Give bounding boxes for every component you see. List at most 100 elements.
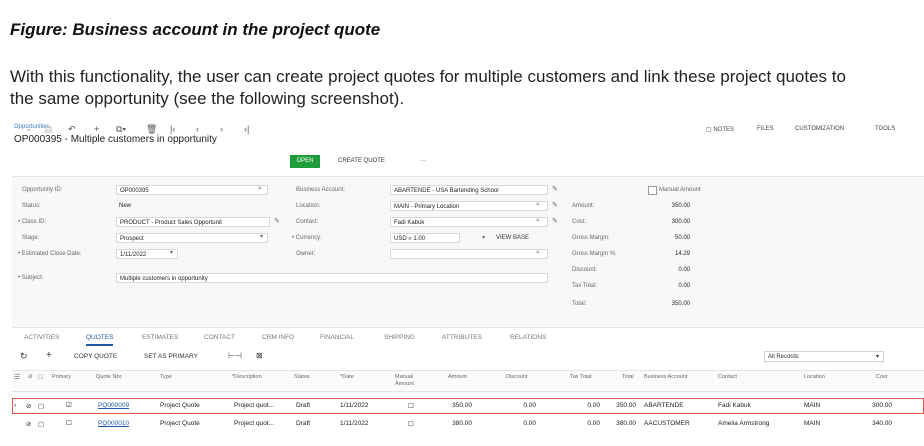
notes-icon[interactable]: ▢ bbox=[38, 420, 44, 428]
last-record-icon[interactable]: ›| bbox=[244, 124, 249, 134]
col-date[interactable]: *Date bbox=[340, 374, 354, 381]
save-close-icon[interactable]: ▤ bbox=[44, 124, 53, 135]
col-tax-total[interactable]: Tax Total bbox=[570, 374, 592, 381]
class-id-field[interactable]: PRODUCT - Product Sales Opportunit bbox=[116, 217, 270, 227]
add-row-icon[interactable]: + bbox=[46, 350, 52, 361]
tab-crm-info[interactable]: CRM INFO bbox=[262, 334, 294, 341]
copy-quote-button[interactable]: COPY QUOTE bbox=[74, 353, 117, 360]
attachment-icon[interactable]: ⊘ bbox=[26, 420, 31, 428]
fit-columns-icon[interactable]: ⊢⊣ bbox=[228, 351, 242, 360]
calendar-dropdown-icon[interactable]: ▾ bbox=[170, 249, 173, 256]
tab-financial[interactable]: FINANCIAL bbox=[320, 334, 354, 341]
col-primary[interactable]: Primary bbox=[52, 374, 71, 381]
close-date-field[interactable]: 1/11/2022 bbox=[116, 249, 178, 259]
tab-shipping[interactable]: SHIPPING bbox=[384, 334, 415, 341]
quote-date[interactable]: 1/11/2022 bbox=[340, 402, 368, 409]
quote-description[interactable]: Project quot... bbox=[234, 420, 274, 427]
amount-label: Amount: bbox=[572, 203, 595, 209]
col-quote-nbr[interactable]: Quote Nbr. bbox=[96, 374, 123, 381]
edit-icon[interactable]: ✎ bbox=[552, 185, 558, 193]
add-icon[interactable]: + bbox=[94, 124, 99, 134]
contact-field[interactable]: Fadi Kabuk bbox=[390, 217, 548, 227]
tab-attributes[interactable]: ATTRIBUTES bbox=[442, 334, 482, 341]
customization-link[interactable]: CUSTOMIZATION bbox=[795, 126, 844, 132]
tab-contact[interactable]: CONTACT bbox=[204, 334, 235, 341]
quote-contact[interactable]: Fadi Kabuk bbox=[718, 402, 751, 409]
primary-checkbox[interactable]: ☐ bbox=[66, 419, 72, 427]
tab-activities[interactable]: ACTIVITIES bbox=[24, 334, 59, 341]
attachment-icon[interactable]: ⊘ bbox=[26, 402, 31, 410]
intro-paragraph: With this functionality, the user can cr… bbox=[10, 66, 924, 110]
edit-icon[interactable]: ✎ bbox=[552, 201, 558, 209]
tab-quotes[interactable]: QUOTES bbox=[86, 334, 114, 346]
quote-business-account[interactable]: AACUSTOMER bbox=[644, 420, 690, 427]
first-record-icon[interactable]: |‹ bbox=[170, 124, 175, 134]
col-location[interactable]: Location bbox=[804, 374, 825, 381]
stage-label: Stage: bbox=[22, 235, 40, 241]
quote-total: 350.00 bbox=[616, 402, 636, 409]
quote-location[interactable]: MAIN bbox=[804, 402, 820, 409]
view-base-button[interactable]: VIEW BASE bbox=[496, 235, 529, 241]
export-excel-icon[interactable]: ⊠ bbox=[256, 351, 263, 360]
refresh-icon[interactable]: ↻ bbox=[20, 351, 28, 362]
col-business-account[interactable]: Business Account bbox=[644, 374, 688, 381]
quote-nbr-link[interactable]: PQ000009 bbox=[98, 402, 129, 409]
quote-description[interactable]: Project quot... bbox=[234, 402, 274, 409]
quote-location[interactable]: MAIN bbox=[804, 420, 820, 427]
open-button[interactable]: OPEN bbox=[290, 155, 320, 168]
figure-caption: Figure: Business account in the project … bbox=[10, 20, 381, 39]
edit-icon[interactable]: ✎ bbox=[274, 217, 280, 225]
notes-icon[interactable]: ▢ bbox=[38, 402, 44, 410]
search-icon[interactable]: ⌕ bbox=[258, 185, 262, 193]
manual-amount-checkbox[interactable] bbox=[648, 186, 657, 195]
search-icon[interactable]: ⌕ bbox=[536, 249, 540, 257]
currency-field[interactable]: USD ⌕ 1.00 bbox=[390, 233, 460, 243]
search-icon[interactable]: ⌕ bbox=[536, 201, 540, 209]
subject-field[interactable]: Multiple customers in opportunity bbox=[116, 273, 548, 283]
quote-nbr-link[interactable]: PQ000010 bbox=[98, 420, 129, 427]
more-actions-button[interactable]: ··· bbox=[420, 158, 426, 164]
files-link[interactable]: FILES bbox=[757, 126, 774, 132]
delete-icon[interactable]: 🗑 bbox=[146, 124, 157, 135]
opportunity-id-field[interactable]: OP000395 bbox=[116, 185, 268, 195]
row-expand-icon[interactable]: › bbox=[14, 402, 16, 409]
chevron-down-icon[interactable]: ▾ bbox=[260, 233, 263, 240]
set-primary-button[interactable]: SET AS PRIMARY bbox=[144, 353, 198, 360]
prev-record-icon[interactable]: ‹ bbox=[196, 124, 199, 134]
chevron-down-icon[interactable]: ▾ bbox=[482, 234, 485, 241]
undo-icon[interactable]: ↶ bbox=[68, 124, 76, 135]
tab-relations[interactable]: RELATIONS bbox=[510, 334, 546, 341]
intro-line-1: With this functionality, the user can cr… bbox=[10, 67, 846, 86]
manual-amount-checkbox[interactable]: ☐ bbox=[408, 420, 414, 428]
primary-checkbox-checked[interactable]: ☑ bbox=[66, 401, 72, 409]
notes-link[interactable]: ▢ NOTES bbox=[706, 126, 734, 133]
location-field[interactable]: MAIN - Primary Location bbox=[390, 201, 548, 211]
edit-icon[interactable]: ✎ bbox=[552, 217, 558, 225]
tools-link[interactable]: TOOLS bbox=[875, 126, 895, 132]
col-status[interactable]: Status bbox=[294, 374, 310, 381]
col-discount[interactable]: Discount bbox=[506, 374, 527, 381]
create-quote-button[interactable]: CREATE QUOTE bbox=[338, 158, 385, 164]
col-total[interactable]: Total bbox=[622, 374, 634, 381]
col-type[interactable]: Type bbox=[160, 374, 172, 381]
col-manual-amount[interactable]: Manual Amount bbox=[395, 374, 427, 388]
copy-icon[interactable]: ⧉▾ bbox=[116, 124, 126, 135]
manual-amount-checkbox[interactable]: ☐ bbox=[408, 402, 414, 410]
quote-date[interactable]: 1/11/2022 bbox=[340, 420, 368, 427]
col-description[interactable]: *Description bbox=[232, 374, 262, 381]
quote-contact[interactable]: Amelia Armstrong bbox=[718, 420, 769, 427]
col-contact[interactable]: Contact bbox=[718, 374, 737, 381]
records-filter-select[interactable]: All Records ▾ bbox=[764, 351, 884, 362]
col-amount[interactable]: Amount bbox=[448, 374, 467, 381]
quote-business-account[interactable]: ABARTENDE bbox=[644, 402, 684, 409]
table-row[interactable]: ⊘ ▢ ☐ PQ000010 Project Quote Project quo… bbox=[12, 416, 924, 432]
save-icon[interactable]: ≡ bbox=[26, 124, 31, 134]
stage-select[interactable]: Prospect bbox=[116, 233, 268, 243]
col-cost[interactable]: Cost bbox=[876, 374, 887, 381]
search-icon[interactable]: ⌕ bbox=[536, 217, 540, 225]
tab-estimates[interactable]: ESTIMATES bbox=[142, 334, 178, 341]
business-account-field[interactable]: ABARTENDE - USA Bartending School bbox=[390, 185, 548, 195]
owner-field[interactable] bbox=[390, 249, 548, 259]
next-record-icon[interactable]: › bbox=[220, 124, 223, 134]
table-row[interactable]: › ⊘ ▢ ☑ PQ000009 Project Quote Project q… bbox=[12, 398, 924, 414]
